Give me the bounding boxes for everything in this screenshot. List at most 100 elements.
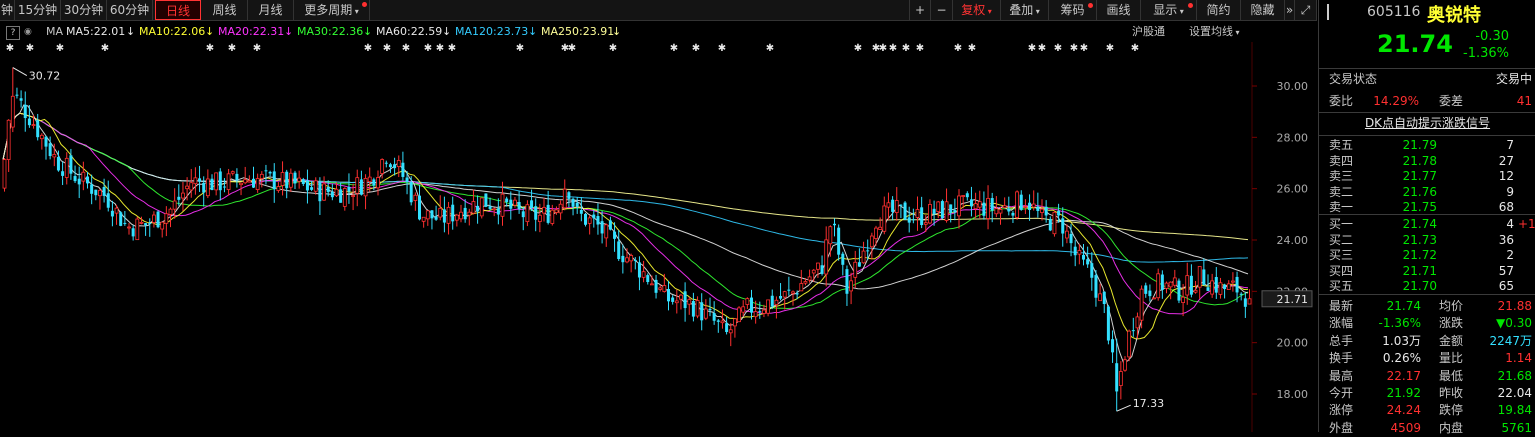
candle-body <box>144 223 148 226</box>
candle-body <box>837 227 841 255</box>
ask-level-label: 卖一 <box>1329 200 1354 214</box>
candle-body <box>745 298 750 305</box>
candle-body <box>471 201 476 214</box>
weibi-row: 委比 14.29% 委差 41 <box>1319 92 1535 110</box>
ask-level-label: 卖二 <box>1329 184 1354 199</box>
double-chevron-icon[interactable]: » <box>1285 0 1295 20</box>
candle-body <box>816 262 820 270</box>
bid-row[interactable]: 买四 21.71 57 <box>1319 263 1535 279</box>
hk-connect-link[interactable]: 沪股通 <box>1132 23 1165 41</box>
signal-marker: ✱ <box>1028 43 1036 54</box>
adjust-button[interactable]: 复权 ▾ <box>953 0 1001 20</box>
fullscreen-icon[interactable]: ⤢ <box>1295 0 1317 20</box>
hide-button[interactable]: 隐藏 <box>1241 0 1285 20</box>
candle-body <box>318 182 322 202</box>
ask-row[interactable]: 卖五 21.79 7 <box>1319 137 1535 153</box>
chips-button[interactable]: 筹码 <box>1049 0 1097 20</box>
candle-body <box>114 207 119 214</box>
candle-body <box>994 208 999 215</box>
candle-body <box>625 257 629 263</box>
candle-body <box>965 193 969 198</box>
candle-body <box>127 226 131 229</box>
candle-body <box>1206 287 1210 291</box>
stat-label: 换手 <box>1329 351 1354 366</box>
signal-marker: ✱ <box>718 43 726 54</box>
ask-row[interactable]: 卖一 21.75 68 <box>1319 199 1535 215</box>
candle-body <box>957 195 961 217</box>
tab-60min[interactable]: 60分钟 <box>107 0 153 20</box>
tab-30min[interactable]: 30分钟 <box>61 0 107 20</box>
candle-body <box>525 204 530 223</box>
candle-body <box>1094 275 1098 298</box>
signal-marker: ✱ <box>766 43 774 54</box>
signal-marker: ✱ <box>954 43 962 54</box>
candle-body <box>119 212 123 226</box>
tab-15min[interactable]: 15分钟 <box>15 0 61 20</box>
candle-body <box>866 250 870 252</box>
candle-body <box>550 209 555 224</box>
zoom-out-button[interactable]: − <box>931 0 953 20</box>
zoom-in-button[interactable]: + <box>909 0 931 20</box>
candle-body <box>313 180 318 192</box>
candle-body <box>15 94 19 96</box>
candle-body <box>725 323 729 333</box>
tab-minute[interactable]: 钟 <box>0 0 15 20</box>
draw-line-button[interactable]: 画线 <box>1097 0 1141 20</box>
candle-body <box>920 207 924 226</box>
bid-row[interactable]: 买二 21.73 36 <box>1319 232 1535 248</box>
dk-signal-link[interactable]: DK点自动提示涨跌信号 <box>1319 114 1535 132</box>
candle-body <box>596 216 600 225</box>
candle-body <box>1036 206 1040 212</box>
tab-daily[interactable]: 日线 <box>155 0 201 20</box>
set-ma-button[interactable]: 设置均线 ▾ <box>1189 23 1240 42</box>
candle-body <box>770 295 774 307</box>
stat-label: 涨幅 <box>1329 316 1354 331</box>
ask-row[interactable]: 卖二 21.76 9 <box>1319 184 1535 200</box>
candle-body <box>753 311 758 318</box>
candle-body <box>911 219 915 221</box>
ma60-value: MA60:22.59 <box>376 25 443 38</box>
tab-monthly[interactable]: 月线 <box>248 0 294 20</box>
signal-marker: ✱ <box>516 43 524 54</box>
ma20-value: MA20:22.31 <box>218 25 285 38</box>
ask-row[interactable]: 卖三 21.77 12 <box>1319 168 1535 184</box>
tab-weekly[interactable]: 周线 <box>202 0 248 20</box>
kline-chart[interactable]: ✱ ✱ ✱ ✱ ✱ ✱ ✱ ✱ ✱ ✱ ✱ ✱ ✱ ✱ ✱✱ ✱ ✱ ✱ ✱ ✱ ✱ ✱✱ ✱ ✱ ✱ ✱ ✱ ✱ ✱ ✱ ✱ ✱ ✱ ✱ 30.… <box>0 42 1317 432</box>
settings-icon[interactable]: ◉ <box>24 23 32 41</box>
help-icon[interactable]: ? <box>6 26 20 40</box>
bid-row[interactable]: 买五 21.70 65 <box>1319 278 1535 294</box>
candle-body <box>276 186 281 191</box>
candle-body <box>886 202 891 208</box>
bid-level-label: 买四 <box>1329 263 1354 278</box>
price-change: -0.30 <box>1475 29 1509 44</box>
candle-body <box>807 276 812 281</box>
display-button[interactable]: 显示 ▾ <box>1141 0 1197 20</box>
ma20-line <box>2 112 1249 315</box>
candle-body <box>322 183 326 201</box>
ask-row[interactable]: 卖四 21.78 27 <box>1319 153 1535 169</box>
candle-body <box>110 210 114 217</box>
candle-body <box>791 291 795 294</box>
candle-body <box>505 198 509 202</box>
overlay-button[interactable]: 叠加 ▾ <box>1001 0 1049 20</box>
candle-body <box>1226 283 1231 290</box>
bid-row[interactable]: 买三 21.72 2 <box>1319 247 1535 263</box>
candle-body <box>446 206 451 224</box>
collapse-handle-icon[interactable] <box>1327 4 1339 20</box>
candle-body <box>587 217 592 224</box>
stat-label: 均价 <box>1439 299 1464 313</box>
candle-body <box>94 189 98 196</box>
tab-more-periods[interactable]: 更多周期 ▾ <box>294 0 370 20</box>
signal-marker: ✱ <box>424 43 432 54</box>
bid-volume: 4 <box>1506 217 1514 231</box>
dk-signal-label: DK点自动提示涨跌信号 <box>1364 116 1491 130</box>
candle-body <box>762 309 766 314</box>
candle-body <box>380 159 385 174</box>
stat-value: 1.03万 <box>1382 333 1421 348</box>
bid-row[interactable]: 买一 21.74 4 +1 <box>1319 216 1535 232</box>
candle-body <box>513 199 517 206</box>
candle-body <box>305 180 309 191</box>
candle-body <box>621 255 625 263</box>
simple-mode-button[interactable]: 简约 <box>1197 0 1241 20</box>
candle-body <box>418 195 421 220</box>
